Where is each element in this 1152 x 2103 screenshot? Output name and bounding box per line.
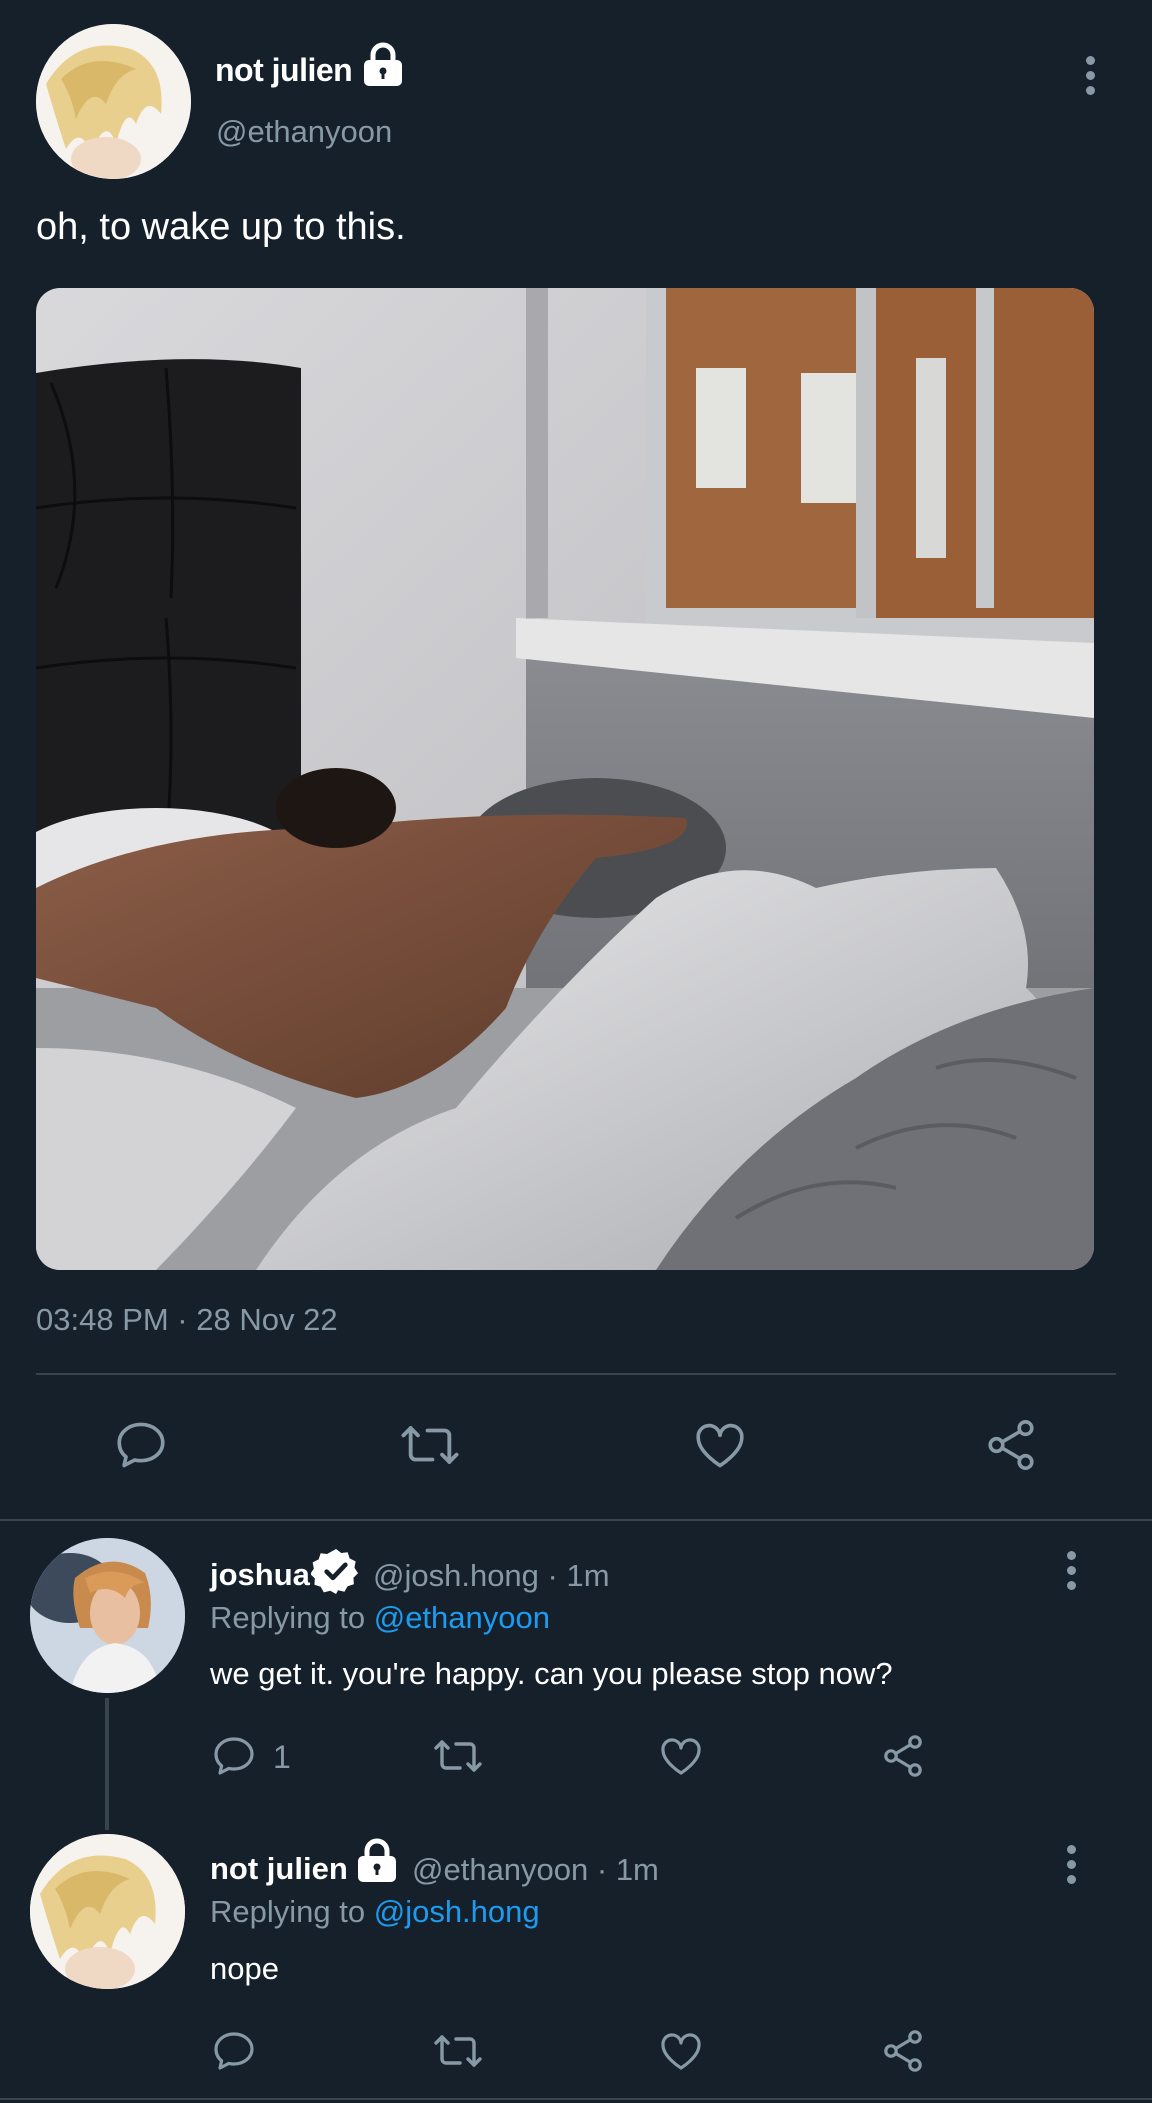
replying-to-label: Replying to bbox=[210, 1600, 374, 1635]
reply-text: nope bbox=[210, 1951, 279, 1986]
like-icon[interactable] bbox=[657, 1732, 705, 1780]
tweet-photo[interactable] bbox=[36, 288, 1094, 1270]
replying-to-line: Replying to @ethanyoon bbox=[210, 1600, 550, 1636]
share-icon[interactable] bbox=[879, 2027, 927, 2075]
reply-handle-time: @ethanyoon · 1m bbox=[412, 1852, 659, 1887]
main-author-avatar[interactable] bbox=[36, 24, 191, 179]
share-icon[interactable] bbox=[982, 1416, 1040, 1474]
tweet-timestamp: 03:48 PM · 28 Nov 22 bbox=[36, 1302, 338, 1337]
divider bbox=[36, 1373, 1116, 1375]
bottom-divider bbox=[0, 2098, 1152, 2100]
lock-icon bbox=[360, 42, 406, 88]
share-icon[interactable] bbox=[879, 1732, 927, 1780]
retweet-icon[interactable] bbox=[431, 2027, 485, 2075]
more-options-icon[interactable] bbox=[1065, 1845, 1077, 1884]
replying-to-line: Replying to @josh.hong bbox=[210, 1894, 540, 1930]
reply-author-name[interactable]: not julien bbox=[210, 1851, 348, 1887]
replying-to-label: Replying to bbox=[210, 1894, 374, 1929]
reply-author-avatar[interactable] bbox=[30, 1538, 185, 1693]
verified-badge-icon bbox=[311, 1546, 361, 1596]
reply-handle-time: @josh.hong · 1m bbox=[373, 1558, 610, 1593]
reply-text: we get it. you're happy. can you please … bbox=[210, 1656, 893, 1691]
reply-icon[interactable] bbox=[112, 1416, 170, 1474]
lock-icon bbox=[354, 1838, 400, 1884]
more-options-icon[interactable] bbox=[1065, 1551, 1077, 1590]
main-author-handle[interactable]: @ethanyoon bbox=[216, 114, 392, 150]
reply-author-name[interactable]: joshua bbox=[210, 1557, 310, 1593]
reply-icon[interactable] bbox=[210, 1732, 258, 1780]
reply-count: 1 bbox=[273, 1739, 291, 1775]
thread-connector-line bbox=[105, 1698, 109, 1830]
retweet-icon[interactable] bbox=[398, 1416, 462, 1474]
like-icon[interactable] bbox=[657, 2027, 705, 2075]
section-divider bbox=[0, 1519, 1152, 1521]
more-options-icon[interactable] bbox=[1084, 56, 1096, 95]
reply-icon[interactable] bbox=[210, 2027, 258, 2075]
main-author-name[interactable]: not julien bbox=[215, 52, 353, 89]
tweet-text: oh, to wake up to this. bbox=[36, 206, 406, 248]
reply-author-avatar[interactable] bbox=[30, 1834, 185, 1989]
mention-link[interactable]: @ethanyoon bbox=[374, 1600, 550, 1635]
retweet-icon[interactable] bbox=[431, 1732, 485, 1780]
like-icon[interactable] bbox=[691, 1416, 749, 1474]
mention-link[interactable]: @josh.hong bbox=[374, 1894, 540, 1929]
